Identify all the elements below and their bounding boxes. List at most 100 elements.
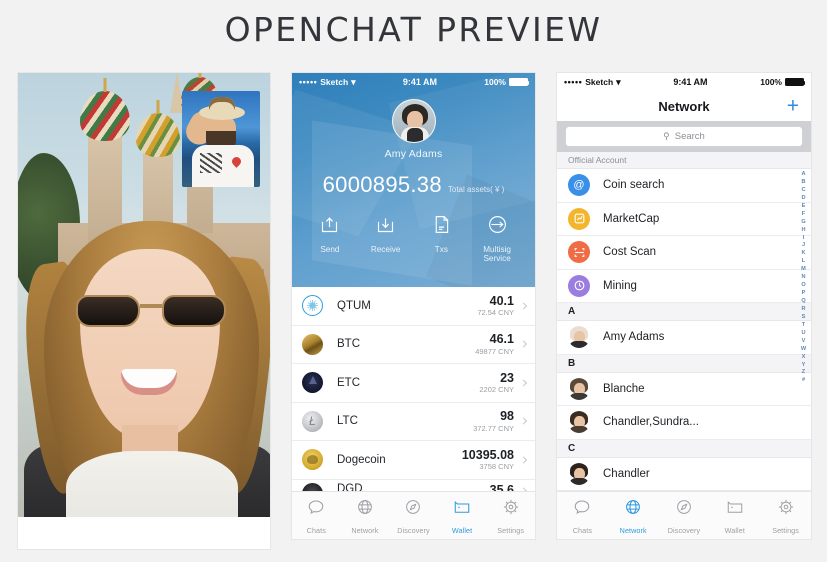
send-upload-icon <box>302 214 358 240</box>
table-row[interactable]: Dogecoin 10395.08 3758 CNY <box>292 441 535 480</box>
receive-download-icon <box>358 214 414 240</box>
list-item-label: Coin search <box>603 179 665 192</box>
mining-icon <box>568 274 590 297</box>
alphabet-index-letter[interactable]: C <box>801 187 805 195</box>
picture-in-picture-video[interactable] <box>182 91 260 187</box>
alphabet-index-letter[interactable]: H <box>801 227 805 235</box>
action-send[interactable]: Send <box>302 214 358 264</box>
coin-amount: 10395.08 <box>461 447 514 462</box>
battery-icon <box>508 78 530 86</box>
list-item[interactable]: Blanche <box>557 372 811 406</box>
tab-network[interactable]: Network <box>341 498 390 538</box>
battery-percent: 100% <box>760 77 782 87</box>
list-item-label: MarketCap <box>603 212 660 225</box>
status-time: 9:41 AM <box>402 77 438 87</box>
tab-chats[interactable]: Chats <box>292 498 341 538</box>
list-item[interactable]: MarketCap <box>557 202 811 236</box>
alphabet-index-letter[interactable]: J <box>802 242 805 250</box>
add-contact-button[interactable]: + <box>787 96 799 117</box>
section-header-official: Official Account <box>557 152 811 169</box>
alphabet-index-letter[interactable]: M <box>801 266 806 274</box>
tab-discovery[interactable]: Discovery <box>389 498 438 538</box>
tab-label: Wallet <box>451 526 473 535</box>
coin-amount: 23 <box>500 370 514 385</box>
alphabet-index-letter[interactable]: L <box>802 258 805 266</box>
coin-name: ETC <box>337 376 360 389</box>
chevron-right-icon <box>519 456 528 464</box>
wifi-icon: ▾ <box>351 76 356 87</box>
tab-network[interactable]: Network <box>608 498 659 538</box>
search-icon: ⚲ <box>663 131 670 141</box>
avatar <box>568 326 590 349</box>
coin-name: BTC <box>337 338 360 351</box>
sunglasses-icon <box>76 295 226 329</box>
alphabet-index-letter[interactable]: Z <box>802 369 805 377</box>
alphabet-index-letter[interactable]: E <box>802 203 806 211</box>
alphabet-index-letter[interactable]: Q <box>801 298 805 306</box>
battery-percent: 100% <box>484 77 506 87</box>
alphabet-index-letter[interactable]: A <box>801 171 805 179</box>
alphabet-index-letter[interactable]: W <box>801 346 806 354</box>
alphabet-index-letter[interactable]: B <box>801 179 805 187</box>
alphabet-index-letter[interactable]: I <box>803 235 805 243</box>
alphabet-index-letter[interactable]: D <box>801 195 805 203</box>
list-item[interactable]: Amy Adams <box>557 321 811 355</box>
table-row[interactable]: LTC 98 372.77 CNY <box>292 403 535 441</box>
alphabet-index-letter[interactable]: U <box>801 330 805 338</box>
list-item[interactable]: Chandler,Sundra... <box>557 406 811 440</box>
alphabet-index-letter[interactable]: X <box>802 354 806 362</box>
action-txs-label: Txs <box>434 245 448 254</box>
tab-label: Network <box>619 526 647 535</box>
action-receive[interactable]: Receive <box>358 214 414 264</box>
total-balance-amount: 6000895.38 <box>322 172 442 197</box>
tab-wallet[interactable]: Wallet <box>709 498 760 538</box>
wallet-actions: Send Receive Txs Multisig Service <box>292 214 535 264</box>
wallet-icon <box>709 498 760 517</box>
alphabet-index[interactable]: A B C D E F G H I J K L M N O P Q R S T U V W X Y Z # <box>798 171 809 385</box>
contact-name: Chandler <box>603 467 650 480</box>
tab-wallet[interactable]: Wallet <box>438 498 487 538</box>
action-txs[interactable]: Txs <box>414 214 470 264</box>
at-sign-icon: @ <box>568 174 590 197</box>
alphabet-index-letter[interactable]: K <box>801 250 805 258</box>
alphabet-index-letter[interactable]: G <box>801 219 805 227</box>
coin-fiat: 72.54 CNY <box>477 308 514 318</box>
tab-settings[interactable]: Settings <box>760 498 811 538</box>
table-row[interactable]: BTC 46.1 49877 CNY <box>292 326 535 364</box>
list-item[interactable]: Chandler <box>557 457 811 491</box>
avatar <box>568 411 590 434</box>
list-item[interactable]: @ Coin search <box>557 169 811 203</box>
compass-icon <box>659 498 710 517</box>
alphabet-index-letter[interactable]: Y <box>802 362 806 370</box>
action-receive-label: Receive <box>370 245 401 254</box>
list-item[interactable]: Mining <box>557 269 811 303</box>
gear-icon <box>760 498 811 517</box>
alphabet-index-letter[interactable]: N <box>801 274 805 282</box>
coin-fiat: 372.77 CNY <box>473 423 514 433</box>
alphabet-index-letter[interactable]: T <box>802 322 805 330</box>
alphabet-index-letter[interactable]: # <box>802 377 805 385</box>
tab-chats[interactable]: Chats <box>557 498 608 538</box>
gear-icon <box>486 498 535 517</box>
tab-discovery[interactable]: Discovery <box>659 498 710 538</box>
avatar[interactable] <box>391 99 436 143</box>
etc-coin-icon <box>302 372 323 394</box>
search-input[interactable]: ⚲ Search <box>565 126 803 147</box>
ltc-coin-icon <box>302 410 323 432</box>
alphabet-index-letter[interactable]: P <box>802 290 806 298</box>
alphabet-index-letter[interactable]: S <box>802 314 806 322</box>
alphabet-index-letter[interactable]: R <box>801 306 805 314</box>
avatar <box>568 462 590 485</box>
alphabet-index-letter[interactable]: V <box>802 338 806 346</box>
table-row[interactable]: ETC 23 2202 CNY <box>292 364 535 403</box>
action-multisig[interactable]: Multisig Service <box>469 214 525 264</box>
tab-settings[interactable]: Settings <box>486 498 535 538</box>
alphabet-index-letter[interactable]: F <box>802 211 805 219</box>
balance-row: 6000895.38 Total assets( ¥ ) <box>292 172 535 198</box>
table-row[interactable]: QTUM 40.1 72.54 CNY <box>292 287 535 326</box>
alphabet-index-letter[interactable]: O <box>801 282 805 290</box>
action-send-label: Send <box>320 245 340 254</box>
list-item[interactable]: Cost Scan <box>557 236 811 270</box>
contact-name: Blanche <box>603 382 645 395</box>
call-card-footer <box>18 517 270 549</box>
